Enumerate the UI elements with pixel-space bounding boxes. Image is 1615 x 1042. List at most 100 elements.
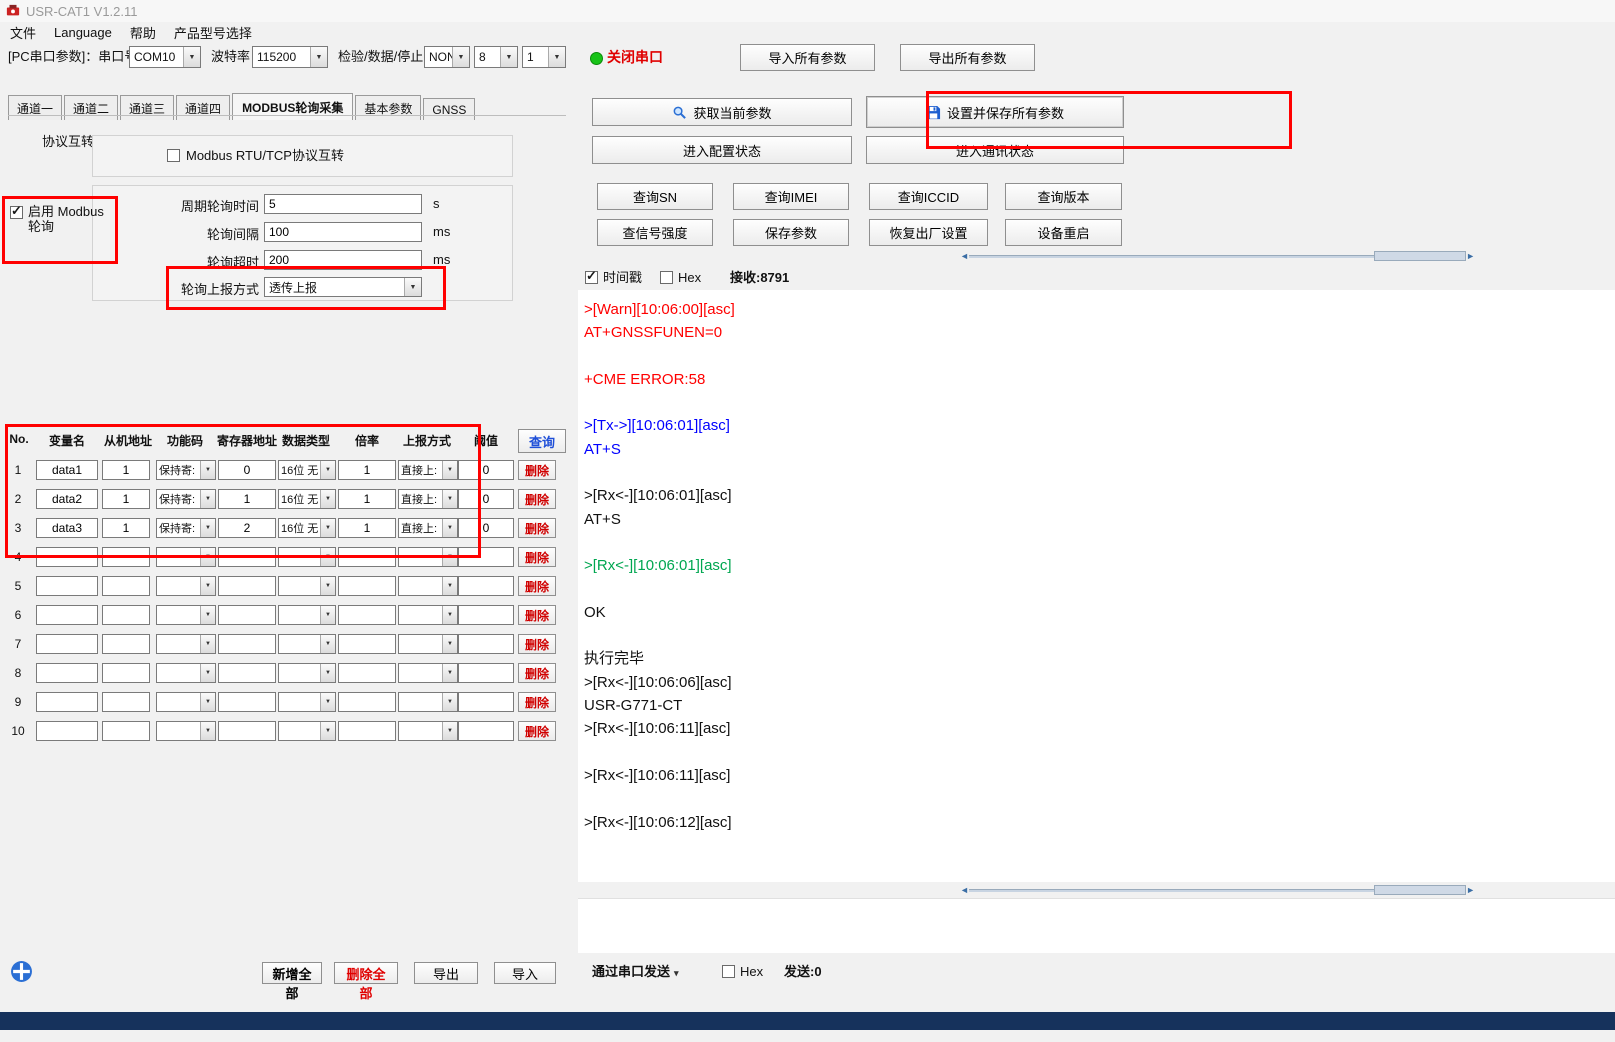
threshold-input[interactable]: [458, 576, 514, 596]
import-all-params-button[interactable]: 导入所有参数: [740, 44, 875, 71]
chevron-down-icon[interactable]: ▼: [442, 461, 457, 479]
ratio-input[interactable]: [338, 576, 396, 596]
poll-timeout-input[interactable]: [264, 250, 422, 270]
tab-通道三[interactable]: 通道三: [120, 95, 174, 120]
report-mode-select[interactable]: 直接上:▼: [398, 518, 458, 538]
chevron-down-icon[interactable]: ▼: [320, 693, 335, 711]
delete-row-button[interactable]: 删除: [518, 663, 556, 683]
query-button-4[interactable]: 查询版本: [1005, 183, 1122, 210]
enter-comm-state-button[interactable]: 进入通讯状态: [866, 136, 1124, 164]
variable-name-input[interactable]: [36, 692, 98, 712]
function-code-select[interactable]: ▼: [156, 663, 216, 683]
scroll-left-icon[interactable]: ◄: [960, 250, 969, 262]
register-address-input[interactable]: [218, 460, 276, 480]
delete-row-button[interactable]: 删除: [518, 605, 556, 625]
chevron-down-icon[interactable]: ▼: [320, 461, 335, 479]
chevron-down-icon[interactable]: ▼: [320, 606, 335, 624]
ratio-input[interactable]: [338, 634, 396, 654]
variable-name-input[interactable]: [36, 576, 98, 596]
tab-GNSS[interactable]: GNSS: [423, 98, 475, 120]
menu-product-select[interactable]: 产品型号选择: [174, 23, 252, 42]
chevron-down-icon[interactable]: ▼: [442, 693, 457, 711]
function-code-select[interactable]: 保持寄:▼: [156, 518, 216, 538]
send-via-serial-menu[interactable]: 通过串口发送▾: [592, 961, 679, 984]
report-mode-select[interactable]: ▼: [398, 721, 458, 741]
chevron-down-icon[interactable]: ▼: [320, 577, 335, 595]
threshold-input[interactable]: [458, 663, 514, 683]
poll-period-input[interactable]: [264, 194, 422, 214]
query-table-button[interactable]: 查询: [518, 429, 566, 453]
modbus-rtu-tcp-checkbox[interactable]: [167, 149, 180, 162]
register-address-input[interactable]: [218, 721, 276, 741]
databits-select[interactable]: 8▼: [474, 46, 518, 68]
add-all-button[interactable]: 新增全部: [262, 962, 322, 984]
chevron-down-icon[interactable]: ▼: [442, 490, 457, 508]
variable-name-input[interactable]: [36, 518, 98, 538]
log-area[interactable]: >[Warn][10:06:00][asc]AT+GNSSFUNEN=0 +CM…: [578, 290, 1615, 882]
slave-address-input[interactable]: [102, 634, 150, 654]
ratio-input[interactable]: [338, 460, 396, 480]
get-current-params-button[interactable]: 获取当前参数: [592, 98, 852, 126]
chevron-down-icon[interactable]: ▼: [404, 278, 421, 296]
chevron-down-icon[interactable]: ▼: [200, 519, 215, 537]
query-button-7[interactable]: 恢复出厂设置: [869, 219, 988, 246]
chevron-down-icon[interactable]: ▼: [500, 47, 517, 67]
export-all-params-button[interactable]: 导出所有参数: [900, 44, 1035, 71]
ratio-input[interactable]: [338, 692, 396, 712]
ratio-input[interactable]: [338, 605, 396, 625]
delete-row-button[interactable]: 删除: [518, 489, 556, 509]
function-code-select[interactable]: ▼: [156, 634, 216, 654]
query-button-8[interactable]: 设备重启: [1005, 219, 1122, 246]
chevron-down-icon[interactable]: ▼: [200, 606, 215, 624]
data-type-select[interactable]: ▼: [278, 576, 336, 596]
ratio-input[interactable]: [338, 547, 396, 567]
variable-name-input[interactable]: [36, 460, 98, 480]
enter-config-state-button[interactable]: 进入配置状态: [592, 136, 852, 164]
menu-file[interactable]: 文件: [10, 23, 36, 42]
report-mode-select[interactable]: ▼: [398, 605, 458, 625]
chevron-down-icon[interactable]: ▼: [183, 47, 200, 67]
variable-name-input[interactable]: [36, 547, 98, 567]
register-address-input[interactable]: [218, 576, 276, 596]
report-mode-select[interactable]: ▼: [398, 663, 458, 683]
data-type-select[interactable]: 16位 无▼: [278, 489, 336, 509]
delete-row-button[interactable]: 删除: [518, 576, 556, 596]
chevron-down-icon[interactable]: ▼: [442, 664, 457, 682]
stopbits-select[interactable]: 1▼: [522, 46, 566, 68]
horizontal-scrollbar-bottom[interactable]: ◄ ►: [960, 884, 1475, 896]
data-type-select[interactable]: ▼: [278, 634, 336, 654]
hex-send-checkbox[interactable]: [722, 965, 735, 978]
query-button-3[interactable]: 查询ICCID: [869, 183, 988, 210]
scroll-left-icon[interactable]: ◄: [960, 884, 969, 896]
report-mode-select[interactable]: ▼: [398, 692, 458, 712]
variable-name-input[interactable]: [36, 663, 98, 683]
data-type-select[interactable]: ▼: [278, 721, 336, 741]
variable-name-input[interactable]: [36, 634, 98, 654]
function-code-select[interactable]: ▼: [156, 605, 216, 625]
horizontal-scrollbar-top[interactable]: ◄ ►: [960, 250, 1475, 262]
set-save-all-params-button[interactable]: 设置并保存所有参数: [866, 96, 1124, 128]
chevron-down-icon[interactable]: ▼: [200, 548, 215, 566]
chevron-down-icon[interactable]: ▼: [200, 490, 215, 508]
data-type-select[interactable]: 16位 无▼: [278, 460, 336, 480]
report-mode-select[interactable]: ▼: [398, 547, 458, 567]
data-type-select[interactable]: ▼: [278, 605, 336, 625]
chevron-down-icon[interactable]: ▼: [200, 693, 215, 711]
threshold-input[interactable]: [458, 460, 514, 480]
send-input-area[interactable]: [578, 898, 1615, 953]
hex-receive-checkbox[interactable]: [660, 271, 673, 284]
threshold-input[interactable]: [458, 721, 514, 741]
threshold-input[interactable]: [458, 634, 514, 654]
slave-address-input[interactable]: [102, 518, 150, 538]
delete-row-button[interactable]: 删除: [518, 460, 556, 480]
add-row-icon[interactable]: [10, 960, 33, 983]
chevron-down-icon[interactable]: ▼: [320, 519, 335, 537]
scroll-right-icon[interactable]: ►: [1466, 884, 1475, 896]
register-address-input[interactable]: [218, 692, 276, 712]
scroll-thumb[interactable]: [1374, 251, 1466, 261]
chevron-down-icon[interactable]: ▼: [320, 490, 335, 508]
chevron-down-icon[interactable]: ▼: [442, 606, 457, 624]
chevron-down-icon[interactable]: ▼: [320, 635, 335, 653]
threshold-input[interactable]: [458, 692, 514, 712]
report-mode-select[interactable]: ▼: [398, 576, 458, 596]
